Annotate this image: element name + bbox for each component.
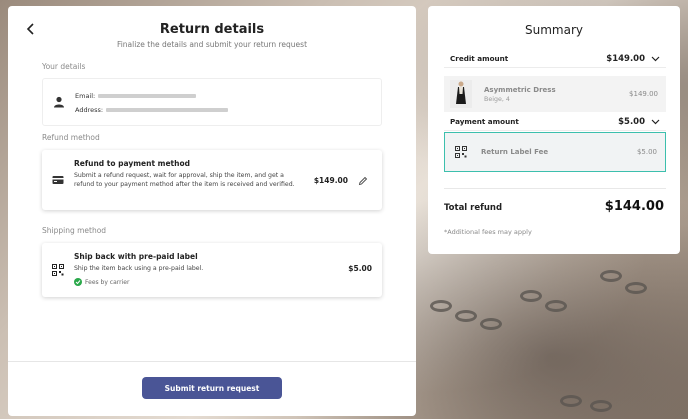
credit-amount-row[interactable]: Credit amount $149.00 [444, 50, 666, 68]
credit-card-icon [52, 176, 64, 184]
chevron-down-icon [651, 56, 660, 61]
chain-decoration [600, 270, 622, 282]
qr-code-icon [52, 264, 64, 276]
email-label: Email: [75, 92, 96, 100]
qr-code-icon [455, 146, 467, 158]
dress-thumbnail [450, 80, 472, 108]
submit-return-button[interactable]: Submit return request [142, 377, 282, 399]
payment-amount-value: $5.00 [618, 116, 645, 127]
additional-fees-note: *Additional fees may apply [444, 228, 532, 236]
person-icon [54, 96, 64, 108]
fees-text: Fees by carrier [85, 278, 130, 286]
chevron-down-icon [651, 119, 660, 124]
chain-decoration [560, 395, 582, 407]
details-card: Email: Address: [42, 78, 382, 126]
item-price: $149.00 [629, 90, 658, 98]
shipping-method-card[interactable]: Ship back with pre-paid label Ship the i… [42, 243, 382, 297]
ship-card-price: $5.00 [348, 264, 372, 273]
chain-decoration [625, 282, 647, 294]
email-value-redacted [98, 94, 197, 98]
refund-card-description: Submit a refund request, wait for approv… [74, 172, 295, 188]
fee-name: Return Label Fee [481, 148, 549, 156]
ship-card-title: Ship back with pre-paid label [74, 252, 198, 261]
total-refund-label: Total refund [444, 203, 503, 213]
address-label: Address: [75, 106, 104, 114]
chain-decoration [520, 290, 542, 302]
refund-method-card[interactable]: Refund to payment method Submit a refund… [42, 150, 382, 210]
shipping-method-label: Shipping method [42, 226, 107, 235]
chain-decoration [590, 400, 612, 412]
credit-amount-value: $149.00 [606, 53, 645, 64]
ship-card-description: Ship the item back using a pre-paid labe… [74, 265, 204, 272]
email-line: Email: [75, 92, 197, 100]
dress-line-item: Asymmetric Dress Beige, 4 $149.00 [444, 76, 666, 112]
edit-pencil-icon[interactable] [358, 176, 368, 186]
chain-decoration [545, 300, 567, 312]
page-subtitle: Finalize the details and submit your ret… [116, 40, 308, 49]
item-variant: Beige, 4 [484, 95, 510, 103]
fees-note: Fees by carrier [74, 278, 129, 286]
credit-amount-label: Credit amount [450, 54, 509, 63]
refund-card-price: $149.00 [313, 176, 348, 185]
summary-title: Summary [525, 23, 583, 37]
summary-divider [444, 188, 666, 189]
fee-price: $5.00 [636, 148, 657, 156]
your-details-label: Your details [42, 62, 86, 71]
summary-panel: Summary Credit amount $149.00 Asymmetric… [428, 6, 680, 254]
return-details-panel: Return details Finalize the details and … [8, 6, 416, 416]
address-value-redacted [106, 108, 229, 112]
item-name: Asymmetric Dress [484, 85, 556, 94]
payment-amount-label: Payment amount [450, 117, 519, 126]
return-label-fee-item: Return Label Fee $5.00 [444, 132, 666, 172]
chain-decoration [455, 310, 477, 322]
refund-method-label: Refund method [42, 133, 100, 142]
address-line: Address: [75, 106, 229, 114]
check-circle-icon [74, 278, 82, 286]
chain-decoration [480, 318, 502, 330]
refund-card-title: Refund to payment method [74, 159, 191, 168]
page-title: Return details [159, 22, 265, 37]
total-refund-amount: $144.00 [604, 199, 664, 214]
chain-decoration [430, 300, 452, 312]
footer-divider [8, 361, 416, 362]
payment-amount-row[interactable]: Payment amount $5.00 [444, 113, 666, 131]
